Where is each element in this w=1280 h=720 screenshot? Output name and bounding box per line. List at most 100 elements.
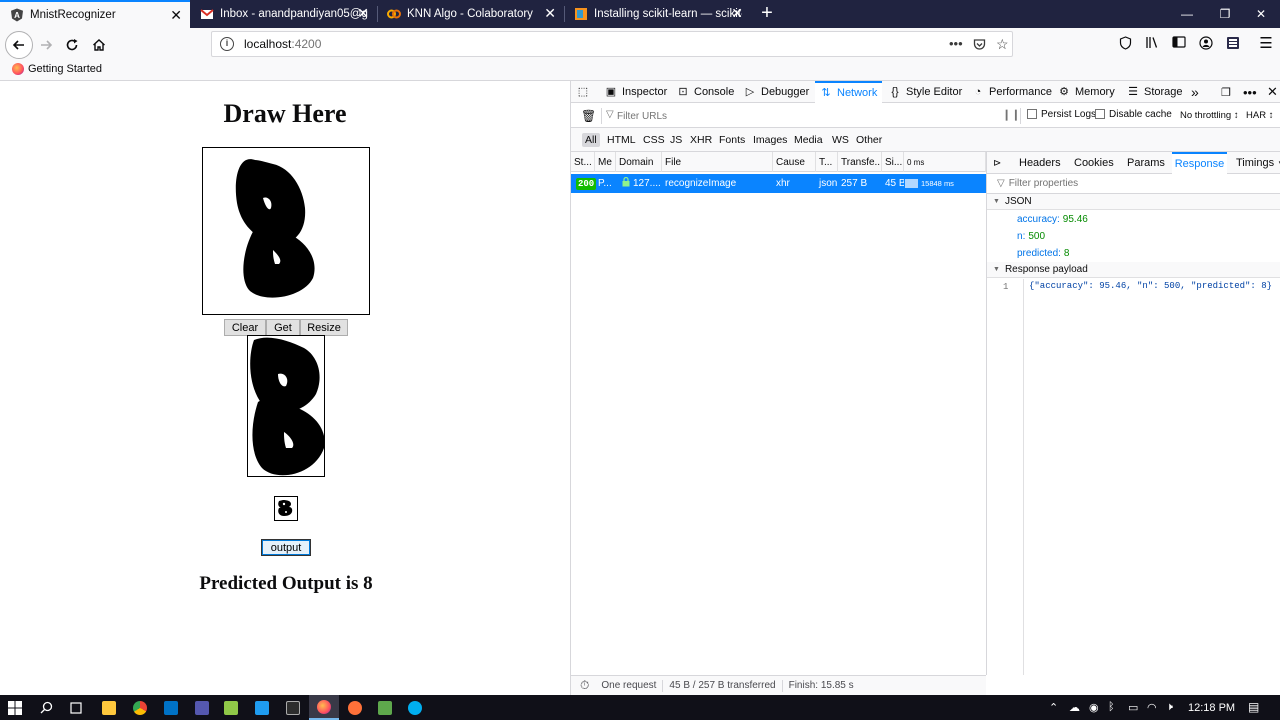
disable-cache-checkbox[interactable]: Disable cache — [1095, 109, 1172, 120]
column-method[interactable]: Me — [595, 152, 616, 172]
filter-css[interactable]: CSS — [640, 133, 668, 147]
terminal-icon[interactable] — [278, 695, 308, 720]
notepadpp-icon[interactable] — [216, 695, 246, 720]
bookmark-star-icon[interactable]: ☆ — [996, 36, 1009, 53]
tab-debugger[interactable]: ▷ Debugger — [744, 81, 810, 103]
start-button[interactable] — [0, 695, 30, 720]
pause-icon[interactable]: ❙❙ — [1002, 108, 1020, 121]
outlook-icon[interactable] — [156, 695, 186, 720]
payload-section-header[interactable]: ▼ Response payload — [987, 262, 1280, 278]
notifications-icon[interactable]: ▤ — [1248, 700, 1259, 714]
forward-button[interactable] — [33, 32, 59, 58]
toggle-sidebar-icon[interactable]: ⊳ — [993, 152, 1001, 174]
tab-response[interactable]: Response — [1172, 152, 1227, 174]
bluetooth-icon[interactable]: ᛒ — [1108, 701, 1115, 713]
tab-params[interactable]: Params — [1127, 152, 1165, 174]
task-view-icon[interactable] — [61, 695, 91, 720]
throttling-select[interactable]: No throttling ↕ — [1180, 110, 1239, 121]
network-tray-icon[interactable]: ◉ — [1089, 701, 1099, 714]
chrome-icon[interactable] — [125, 695, 155, 720]
reload-button[interactable] — [59, 32, 85, 58]
extension-icon[interactable] — [1224, 36, 1242, 54]
account-icon[interactable] — [1197, 36, 1215, 54]
close-devtools-icon[interactable]: ✕ — [1267, 81, 1278, 103]
clock[interactable]: 12:18 PM — [1188, 695, 1235, 720]
devtools-menu-icon[interactable]: ••• — [1243, 81, 1257, 103]
stopwatch-icon[interactable]: ⏱ — [580, 678, 589, 693]
filter-ws[interactable]: WS — [829, 133, 852, 147]
column-type[interactable]: T... — [816, 152, 838, 172]
url-bar[interactable]: i localhost:4200 ••• ☆ — [211, 31, 1013, 57]
har-menu[interactable]: HAR ↕ — [1246, 110, 1273, 121]
filter-fonts[interactable]: Fonts — [716, 133, 748, 147]
home-button[interactable] — [86, 32, 112, 58]
column-file[interactable]: File — [662, 152, 773, 172]
filter-all[interactable]: All — [582, 133, 600, 147]
filter-urls-input[interactable] — [617, 108, 987, 124]
search-icon[interactable] — [31, 695, 61, 720]
pocket-icon[interactable] — [973, 38, 986, 54]
tab-storage[interactable]: ☰ Storage — [1127, 81, 1182, 103]
output-button[interactable]: output — [261, 539, 311, 556]
column-size[interactable]: Si... — [882, 152, 904, 172]
filter-js[interactable]: JS — [667, 133, 685, 147]
tab-network[interactable]: ⇅ Network — [815, 81, 883, 103]
skype-icon[interactable] — [400, 695, 430, 720]
firefox-dev-icon[interactable] — [340, 695, 370, 720]
tab-colab[interactable]: KNN Algo - Colaboratory ✕ — [377, 0, 564, 28]
vscode-icon[interactable] — [247, 695, 277, 720]
info-icon[interactable]: i — [220, 37, 234, 51]
column-status[interactable]: St... — [571, 152, 595, 172]
volume-icon[interactable]: 🕨 — [1166, 701, 1173, 714]
back-button[interactable] — [5, 31, 33, 59]
filter-properties-input[interactable]: ▽ Filter properties — [987, 174, 1280, 194]
column-waterfall[interactable]: 0 ms — [904, 152, 986, 172]
close-window-icon[interactable]: ✕ — [1238, 0, 1280, 28]
close-tab-icon[interactable]: ✕ — [544, 6, 556, 20]
tab-timings[interactable]: Timings▼ — [1236, 152, 1280, 174]
resize-button[interactable]: Resize — [300, 319, 348, 336]
tab-headers[interactable]: Headers — [1019, 152, 1061, 174]
page-actions-icon[interactable]: ••• — [949, 36, 963, 51]
menu-icon[interactable]: ☰ — [1257, 34, 1275, 52]
bookmark-getting-started[interactable]: Getting Started — [12, 63, 102, 75]
close-tab-icon[interactable]: ✕ — [170, 8, 182, 22]
onedrive-icon[interactable]: ☁ — [1069, 701, 1080, 714]
response-payload-text[interactable]: {"accuracy": 95.46, "n": 500, "predicted… — [1029, 281, 1272, 291]
get-button[interactable]: Get — [266, 319, 300, 336]
trash-icon[interactable]: 🗑 — [581, 109, 596, 123]
file-explorer-icon[interactable] — [94, 695, 124, 720]
filter-xhr[interactable]: XHR — [687, 133, 715, 147]
close-tab-icon[interactable]: ✕ — [731, 6, 743, 20]
drawing-canvas[interactable] — [202, 147, 370, 315]
library-icon[interactable] — [1143, 36, 1161, 54]
tab-cookies[interactable]: Cookies — [1074, 152, 1114, 174]
tab-performance[interactable]: ◔ Performance — [972, 81, 1052, 103]
tab-inspector[interactable]: ▣ Inspector — [605, 81, 667, 103]
tab-memory[interactable]: ⚙ Memory — [1058, 81, 1115, 103]
close-tab-icon[interactable]: ✕ — [357, 6, 369, 20]
persist-logs-checkbox[interactable]: Persist Logs — [1027, 109, 1096, 120]
dock-icon[interactable]: ❐ — [1221, 81, 1231, 103]
element-picker-button[interactable]: ⬚ — [577, 81, 594, 103]
photos-icon[interactable] — [370, 695, 400, 720]
tab-scikit[interactable]: Installing scikit-learn — scikit-l ✕ — [564, 0, 751, 28]
column-transferred[interactable]: Transfe... — [838, 152, 882, 172]
filter-other[interactable]: Other — [853, 133, 885, 147]
shield-icon[interactable] — [1116, 36, 1134, 54]
teams-icon[interactable] — [187, 695, 217, 720]
tab-mnist[interactable]: A MnistRecognizer ✕ — [0, 0, 190, 28]
battery-icon[interactable]: ▭ — [1128, 701, 1138, 714]
firefox-taskbar-icon[interactable] — [309, 695, 339, 720]
column-domain[interactable]: Domain — [616, 152, 662, 172]
wifi-icon[interactable]: ◠ — [1147, 701, 1157, 714]
json-section-header[interactable]: ▼ JSON — [987, 194, 1280, 210]
tab-style-editor[interactable]: {} Style Editor — [889, 81, 962, 103]
sidebar-icon[interactable] — [1170, 36, 1188, 54]
show-hidden-icons[interactable]: ⌃ — [1049, 701, 1058, 714]
tab-console[interactable]: ⊡ Console — [677, 81, 734, 103]
more-tools-icon[interactable]: » — [1191, 81, 1199, 103]
filter-media[interactable]: Media — [791, 133, 826, 147]
table-row[interactable]: 200 P... 127.... recognizeImage xhr json… — [571, 174, 986, 193]
tab-gmail[interactable]: Inbox - anandpandiyan05@gm ✕ — [190, 0, 377, 28]
